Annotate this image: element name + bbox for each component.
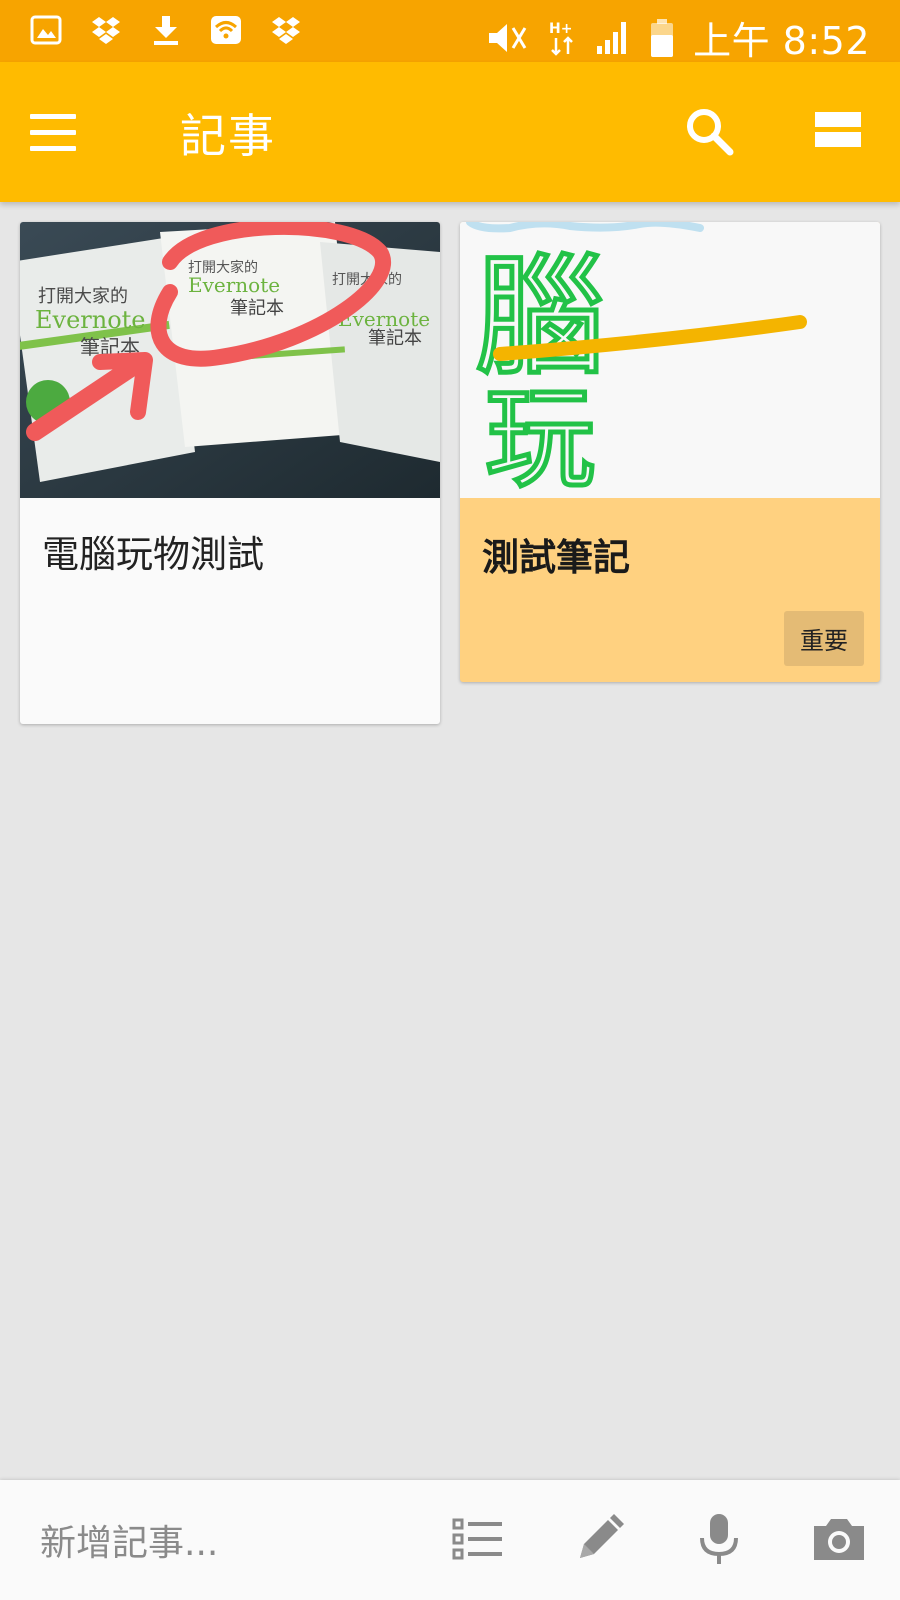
status-bar: H+ 上午 8:52	[0, 0, 900, 65]
status-time: 上午 8:52	[693, 19, 870, 63]
wifi-icon	[211, 16, 241, 44]
bottom-bar: 新增記事...	[0, 1480, 900, 1600]
dropbox-icon	[272, 17, 300, 44]
note-title: 電腦玩物測試	[42, 533, 264, 576]
notification-icons	[30, 13, 302, 47]
gallery-icon	[30, 15, 62, 45]
hplus-data-icon: H+	[549, 21, 573, 56]
download-icon	[154, 16, 178, 45]
note-card[interactable]: 腦 玩 測試筆記 重要	[460, 222, 880, 682]
pen-icon[interactable]	[570, 1510, 628, 1568]
menu-button[interactable]	[30, 104, 90, 160]
note-photo: 打開大家的 Evernote 筆記本 打開大家的 Evernote 筆記本 打開…	[20, 222, 440, 498]
menu-icon	[30, 113, 76, 119]
note-image: 打開大家的 Evernote 筆記本 打開大家的 Evernote 筆記本 打開…	[20, 222, 440, 498]
battery-icon	[651, 18, 674, 57]
checklist-icon[interactable]	[450, 1510, 508, 1568]
mic-icon[interactable]	[690, 1510, 748, 1568]
book-cover-text: 筆記本	[230, 298, 284, 319]
book-cover-text: Evernote	[188, 273, 280, 297]
handwriting-drawing: 腦 玩	[460, 222, 880, 498]
signal-icon	[597, 21, 627, 54]
book-cover-text: 打開大家的	[38, 286, 128, 307]
app-bar: 記事	[0, 62, 900, 202]
new-note-input[interactable]: 新增記事...	[40, 1514, 218, 1566]
layout-toggle-icon[interactable]	[815, 110, 861, 150]
handwriting-text: 腦	[475, 241, 605, 393]
dropbox-icon	[92, 17, 120, 44]
note-label-chip[interactable]: 重要	[784, 611, 864, 666]
book-cover-text: Evernote	[35, 306, 146, 334]
system-indicators: H+ 上午 8:52	[483, 10, 870, 65]
page-title: 記事	[180, 109, 276, 163]
camera-icon[interactable]	[810, 1510, 868, 1568]
note-card[interactable]: 打開大家的 Evernote 筆記本 打開大家的 Evernote 筆記本 打開…	[20, 222, 440, 724]
search-icon[interactable]	[680, 102, 740, 162]
svg-text:H+: H+	[549, 21, 572, 37]
handwriting-text: 玩	[485, 375, 595, 498]
note-drawing: 腦 玩	[460, 222, 880, 498]
mute-icon	[489, 23, 527, 52]
book-cover-text: 筆記本	[368, 328, 422, 349]
note-title: 測試筆記	[482, 536, 630, 579]
